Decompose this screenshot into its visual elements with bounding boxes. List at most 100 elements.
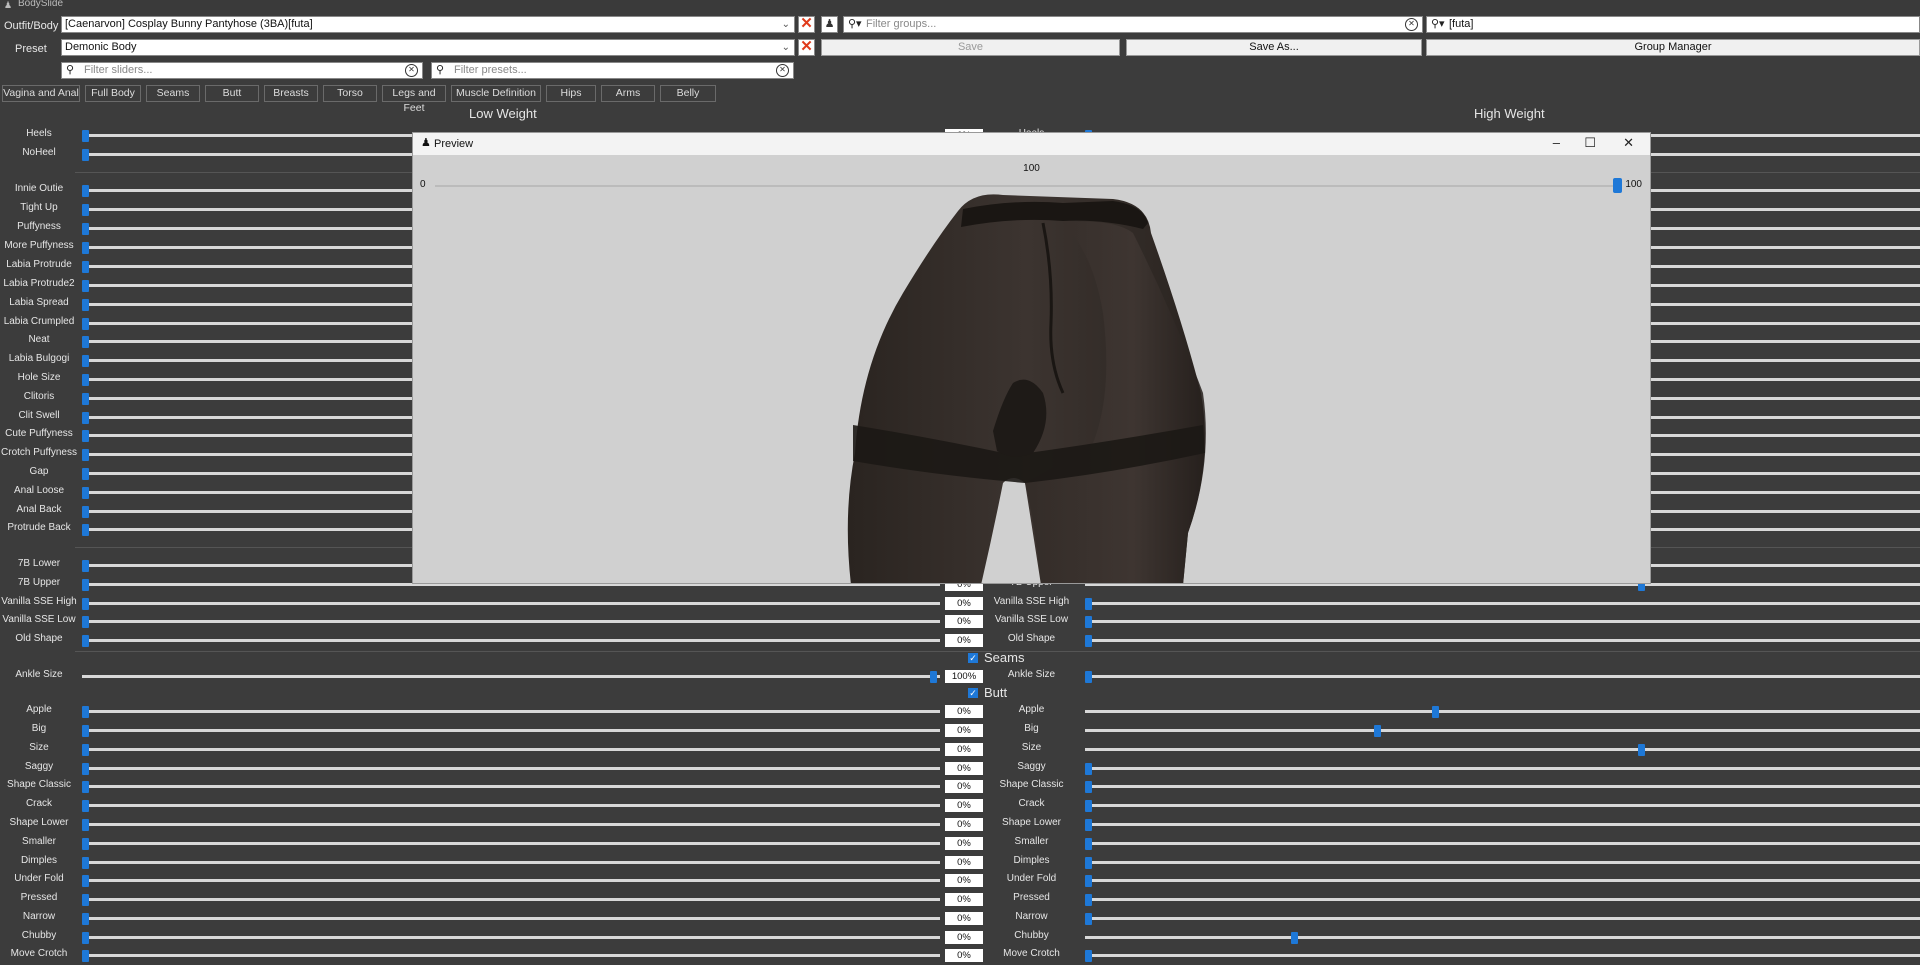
low-weight-slider-thumb[interactable] — [82, 412, 89, 424]
high-weight-slider-thumb[interactable] — [1085, 875, 1092, 887]
low-weight-slider-thumb[interactable] — [82, 318, 89, 330]
low-weight-slider-thumb[interactable] — [82, 932, 89, 944]
low-weight-slider-thumb[interactable] — [82, 725, 89, 737]
low-weight-slider-thumb[interactable] — [82, 487, 89, 499]
low-weight-slider-thumb[interactable] — [82, 819, 89, 831]
low-weight-slider-thumb[interactable] — [82, 875, 89, 887]
low-weight-slider-track[interactable] — [82, 842, 940, 845]
high-weight-slider-thumb[interactable] — [1085, 894, 1092, 906]
high-weight-slider-thumb[interactable] — [1085, 838, 1092, 850]
high-weight-slider-thumb[interactable] — [1085, 616, 1092, 628]
slider-value-field[interactable]: 0% — [945, 874, 983, 887]
outfit-filter-input[interactable]: ⚲▾ [futa] — [1426, 16, 1920, 33]
high-weight-slider-thumb[interactable] — [1085, 857, 1092, 869]
save-as-button[interactable]: Save As... — [1126, 39, 1422, 56]
clear-icon[interactable]: ✕ — [776, 64, 789, 77]
check-icon[interactable]: ✓ — [968, 653, 978, 663]
low-weight-slider-track[interactable] — [82, 879, 940, 882]
low-weight-slider-thumb[interactable] — [82, 838, 89, 850]
low-weight-slider-thumb[interactable] — [82, 261, 89, 273]
high-weight-slider-track[interactable] — [1085, 748, 1920, 751]
slider-value-field[interactable]: 0% — [945, 799, 983, 812]
close-icon[interactable]: ✕ — [1623, 135, 1634, 151]
low-weight-slider-thumb[interactable] — [82, 185, 89, 197]
low-weight-slider-thumb[interactable] — [82, 616, 89, 628]
low-weight-slider-thumb[interactable] — [82, 560, 89, 572]
low-weight-slider-thumb[interactable] — [82, 950, 89, 962]
group-manager-button[interactable]: Group Manager — [1426, 39, 1920, 56]
tab-butt[interactable]: Butt — [205, 85, 259, 102]
low-weight-slider-thumb[interactable] — [82, 204, 89, 216]
low-weight-slider-thumb[interactable] — [930, 671, 937, 683]
high-weight-slider-thumb[interactable] — [1085, 635, 1092, 647]
low-weight-slider-thumb[interactable] — [82, 299, 89, 311]
low-weight-slider-thumb[interactable] — [82, 857, 89, 869]
low-weight-slider-thumb[interactable] — [82, 524, 89, 536]
low-weight-slider-thumb[interactable] — [82, 598, 89, 610]
low-weight-slider-thumb[interactable] — [82, 635, 89, 647]
high-weight-slider-thumb[interactable] — [1085, 800, 1092, 812]
high-weight-slider-thumb[interactable] — [1374, 725, 1381, 737]
tab-legs-and-feet[interactable]: Legs and Feet — [382, 85, 446, 114]
low-weight-slider-thumb[interactable] — [82, 913, 89, 925]
outfit-select[interactable]: [Caenarvon] Cosplay Bunny Pantyhose (3BA… — [61, 16, 795, 33]
low-weight-slider-thumb[interactable] — [82, 280, 89, 292]
body-model-render[interactable] — [413, 193, 1650, 584]
high-weight-slider-track[interactable] — [1085, 767, 1920, 770]
preview-weight-track[interactable] — [435, 185, 1618, 187]
low-weight-slider-track[interactable] — [82, 861, 940, 864]
slider-value-field[interactable]: 0% — [945, 912, 983, 925]
high-weight-slider-thumb[interactable] — [1085, 671, 1092, 683]
low-weight-slider-thumb[interactable] — [82, 800, 89, 812]
filter-groups-input[interactable]: ⚲▾ Filter groups... ✕ — [843, 16, 1423, 33]
tab-seams[interactable]: Seams — [146, 85, 200, 102]
high-weight-slider-thumb[interactable] — [1085, 781, 1092, 793]
seams-group-header[interactable]: ✓ Seams — [968, 650, 1024, 665]
low-weight-slider-thumb[interactable] — [82, 130, 89, 142]
high-weight-slider-track[interactable] — [1085, 620, 1920, 623]
low-weight-slider-track[interactable] — [82, 804, 940, 807]
maximize-icon[interactable]: ☐ — [1584, 135, 1596, 151]
low-weight-slider-thumb[interactable] — [82, 894, 89, 906]
low-weight-slider-track[interactable] — [82, 602, 940, 605]
low-weight-slider-track[interactable] — [82, 675, 940, 678]
high-weight-slider-track[interactable] — [1085, 675, 1920, 678]
slider-value-field[interactable]: 0% — [945, 705, 983, 718]
high-weight-slider-track[interactable] — [1085, 785, 1920, 788]
high-weight-slider-thumb[interactable] — [1085, 950, 1092, 962]
slider-value-field[interactable]: 0% — [945, 743, 983, 756]
low-weight-slider-thumb[interactable] — [82, 242, 89, 254]
slider-value-field[interactable]: 0% — [945, 762, 983, 775]
high-weight-slider-track[interactable] — [1085, 710, 1920, 713]
high-weight-slider-thumb[interactable] — [1638, 744, 1645, 756]
high-weight-slider-track[interactable] — [1085, 602, 1920, 605]
low-weight-slider-track[interactable] — [82, 710, 940, 713]
slider-value-field[interactable]: 100% — [945, 670, 983, 683]
high-weight-slider-track[interactable] — [1085, 804, 1920, 807]
preview-weight-slider[interactable]: 100 0 100 — [413, 155, 1650, 195]
high-weight-slider-track[interactable] — [1085, 639, 1920, 642]
low-weight-slider-thumb[interactable] — [82, 430, 89, 442]
butt-group-header[interactable]: ✓ Butt — [968, 685, 1007, 700]
clear-icon[interactable]: ✕ — [405, 64, 418, 77]
slider-value-field[interactable]: 0% — [945, 893, 983, 906]
high-weight-slider-track[interactable] — [1085, 729, 1920, 732]
low-weight-slider-track[interactable] — [82, 639, 940, 642]
slider-value-field[interactable]: 0% — [945, 780, 983, 793]
clear-icon[interactable]: ✕ — [1405, 18, 1418, 31]
low-weight-slider-thumb[interactable] — [82, 393, 89, 405]
slider-value-field[interactable]: 0% — [945, 724, 983, 737]
check-icon[interactable]: ✓ — [968, 688, 978, 698]
low-weight-slider-thumb[interactable] — [82, 744, 89, 756]
tab-belly[interactable]: Belly — [660, 85, 716, 102]
low-weight-slider-thumb[interactable] — [82, 506, 89, 518]
slider-value-field[interactable]: 0% — [945, 856, 983, 869]
low-weight-slider-thumb[interactable] — [82, 579, 89, 591]
low-weight-slider-thumb[interactable] — [82, 706, 89, 718]
slider-value-field[interactable]: 0% — [945, 634, 983, 647]
tab-hips[interactable]: Hips — [546, 85, 596, 102]
slider-value-field[interactable]: 0% — [945, 931, 983, 944]
tab-arms[interactable]: Arms — [601, 85, 655, 102]
low-weight-slider-track[interactable] — [82, 620, 940, 623]
tab-muscle-definition[interactable]: Muscle Definition — [451, 85, 541, 102]
